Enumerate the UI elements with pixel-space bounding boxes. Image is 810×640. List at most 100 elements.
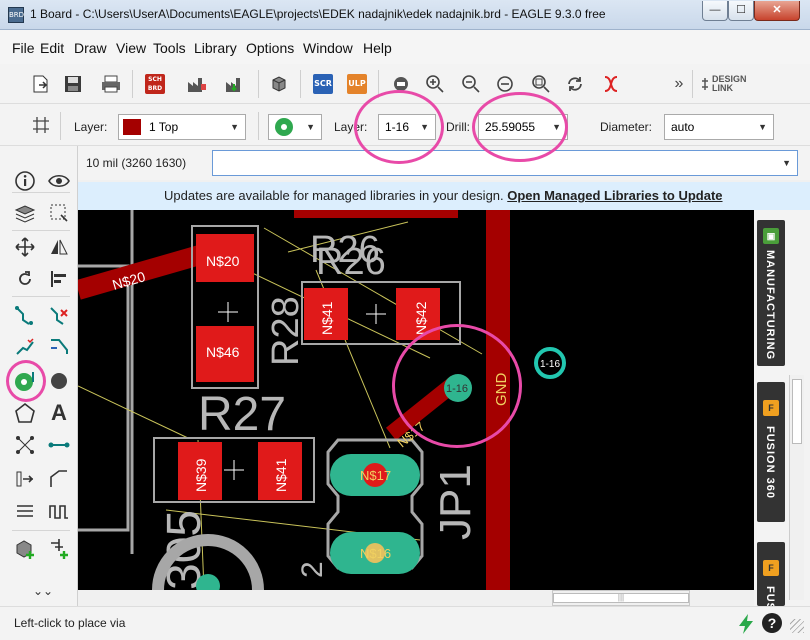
fanout-icon[interactable] xyxy=(10,464,40,494)
menu-view[interactable]: View xyxy=(116,40,146,56)
command-input[interactable]: ▼ xyxy=(212,150,798,176)
miter-icon[interactable] xyxy=(44,464,74,494)
ripup-icon[interactable] xyxy=(44,300,74,330)
pad-label-n42: N$42 xyxy=(413,301,429,335)
horizontal-scrollbar[interactable]: ||| xyxy=(552,590,690,606)
ulp-icon[interactable]: ULP xyxy=(344,71,370,97)
text-tool-icon[interactable]: A xyxy=(44,398,74,428)
fusion360-tab[interactable]: F FUSION 360 xyxy=(757,382,785,522)
save-icon[interactable] xyxy=(60,71,86,97)
ratsnest-icon[interactable] xyxy=(598,71,624,97)
vertical-scrollbar[interactable] xyxy=(789,375,804,600)
autorouter-icon[interactable] xyxy=(10,332,40,362)
placed-via-label: 1-16 xyxy=(446,383,468,395)
stop-icon[interactable] xyxy=(388,71,414,97)
grid-icon[interactable] xyxy=(28,112,54,138)
3d-package-icon[interactable] xyxy=(266,71,292,97)
chevron-down-icon[interactable]: ▼ xyxy=(782,158,791,168)
menu-window[interactable]: Window xyxy=(303,40,353,56)
design-link-icon xyxy=(700,77,710,94)
align-icon[interactable] xyxy=(44,264,74,294)
diameter-select[interactable]: auto ▼ xyxy=(664,114,774,140)
diameter-label: Diameter: xyxy=(600,120,653,134)
vertical-scroll-thumb[interactable] xyxy=(792,379,802,444)
rotate-icon[interactable] xyxy=(10,264,40,294)
top-trace xyxy=(294,210,458,218)
group-select-icon[interactable] xyxy=(44,198,74,228)
route-icon[interactable] xyxy=(10,300,40,330)
layer-select[interactable]: 1 Top ▼ xyxy=(118,114,246,140)
add-frame-icon[interactable] xyxy=(44,534,74,564)
maximize-button[interactable]: ☐ xyxy=(728,1,754,21)
eagle-app-icon: BRD xyxy=(8,7,24,23)
menu-file[interactable]: File xyxy=(12,40,35,56)
via-shape-select[interactable]: ▼ xyxy=(268,114,322,140)
manufacturing-icon[interactable] xyxy=(222,71,248,97)
via-tool-icon[interactable] xyxy=(10,366,40,396)
design-link-button[interactable]: DESIGN LINK xyxy=(712,75,766,93)
title-bar: BRD 1 Board - C:\Users\UserA\Documents\E… xyxy=(0,0,810,30)
manufacturing-tab-label: MANUFACTURING xyxy=(764,250,776,361)
script-icon[interactable]: SCR xyxy=(310,71,336,97)
resize-grip-icon[interactable] xyxy=(790,619,804,633)
zoom-in-icon[interactable] xyxy=(422,71,448,97)
toolbar-separator xyxy=(258,70,259,98)
redraw-icon[interactable] xyxy=(562,71,588,97)
close-button[interactable]: ✕ xyxy=(754,1,800,21)
horizontal-scroll-thumb[interactable]: ||| xyxy=(553,593,689,603)
command-bar: 10 mil (3260 1630) ▼ xyxy=(0,146,810,180)
drill-value: 25.59055 xyxy=(485,120,536,134)
label-jp1: JP1 xyxy=(431,464,480,540)
signal-icon[interactable] xyxy=(10,430,40,460)
manufacturing-tab[interactable]: ▣ MANUFACTURING xyxy=(757,220,785,366)
menu-library[interactable]: Library xyxy=(194,40,237,56)
menu-help[interactable]: Help xyxy=(363,40,392,56)
minimize-button[interactable]: — xyxy=(702,1,728,21)
add-part-icon[interactable] xyxy=(10,534,40,564)
window-title: 1 Board - C:\Users\UserA\Documents\EAGLE… xyxy=(30,7,606,21)
status-bar: Left-click to place via ? xyxy=(0,606,810,640)
help-icon[interactable]: ? xyxy=(762,613,782,633)
pad-label-n16: N$16 xyxy=(360,546,391,561)
zoom-fit-icon[interactable] xyxy=(492,71,518,97)
menu-edit[interactable]: Edit xyxy=(40,40,64,56)
fusion-icon: F xyxy=(763,400,779,416)
layer-select-value: 1 Top xyxy=(149,120,179,134)
mirror-icon[interactable] xyxy=(44,232,74,262)
cam-processor-icon[interactable] xyxy=(184,71,210,97)
optimize-route-icon[interactable] xyxy=(44,332,74,362)
move-icon[interactable] xyxy=(10,232,40,262)
split-icon[interactable] xyxy=(10,496,40,526)
wire-icon[interactable] xyxy=(44,430,74,460)
origin-cross xyxy=(224,460,244,480)
zoom-select-icon[interactable] xyxy=(528,71,554,97)
menu-tools[interactable]: Tools xyxy=(153,40,186,56)
menu-options[interactable]: Options xyxy=(246,40,294,56)
print-icon[interactable] xyxy=(98,71,124,97)
status-hint: Left-click to place via xyxy=(14,616,126,630)
palette-expand-icon[interactable]: ⌄⌄ xyxy=(28,576,58,606)
via-layer-label: Layer: xyxy=(334,120,368,134)
lightning-icon[interactable] xyxy=(736,613,756,638)
chevron-down-icon: ▼ xyxy=(230,122,239,132)
fusion-tab-partial[interactable]: F FUS xyxy=(757,542,785,611)
drill-select[interactable]: 25.59055 ▼ xyxy=(478,114,568,140)
board-canvas[interactable]: N$20 N$46 N$20 N$41 N$42 R26 R26 R28 N$3… xyxy=(78,210,754,590)
parameter-toolbar: Layer: 1 Top ▼ ▼ Layer: 1-16 ▼ Drill: 25… xyxy=(0,104,810,146)
toolbar-overflow-button[interactable]: » xyxy=(666,71,692,97)
layer-settings-icon[interactable] xyxy=(10,198,40,228)
open-file-icon[interactable] xyxy=(28,71,54,97)
polygon-icon[interactable] xyxy=(10,398,40,428)
pad-label-n46: N$46 xyxy=(206,344,240,360)
sch-brd-switch-icon[interactable]: SCH BRD xyxy=(142,71,168,97)
meander-icon[interactable] xyxy=(44,496,74,526)
menu-draw[interactable]: Draw xyxy=(74,40,107,56)
toolbar-separator xyxy=(378,70,379,98)
toolbar-separator xyxy=(60,112,61,140)
zoom-out-icon[interactable] xyxy=(458,71,484,97)
open-managed-libraries-link[interactable]: Open Managed Libraries to Update xyxy=(507,188,722,203)
pad-label-n20: N$20 xyxy=(206,253,240,269)
origin-cross xyxy=(366,304,386,324)
hole-icon[interactable] xyxy=(44,366,74,396)
via-layer-select[interactable]: 1-16 ▼ xyxy=(378,114,436,140)
